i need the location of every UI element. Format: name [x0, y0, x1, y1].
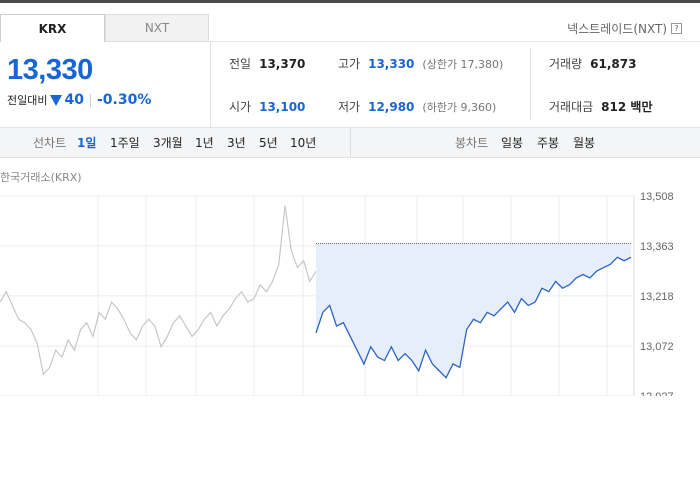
- stat-amount: 거래대금 812 백만: [549, 98, 652, 115]
- stat-high-value: 13,330: [368, 57, 415, 71]
- help-icon[interactable]: ?: [671, 23, 682, 34]
- period-1d[interactable]: 1일: [77, 128, 96, 157]
- stat-low: 저가 12,980 (하한가 9,360): [338, 98, 496, 115]
- y-tick-label: 13,072: [640, 341, 674, 353]
- change-value: 40: [64, 92, 84, 108]
- stat-amount-label: 거래대금: [549, 100, 594, 114]
- current-price: 13,330: [7, 54, 93, 86]
- change-label: 전일대비: [7, 94, 48, 107]
- nextrade-label: 넥스트레이드(NXT): [567, 22, 667, 36]
- period-bar: 선차트 1일 1주일 3개월 1년 3년 5년 10년 봉차트 일봉 주봉 월봉: [0, 127, 700, 158]
- price-change: 전일대비 40 -0.30%: [7, 92, 151, 108]
- stat-high: 고가 13,330 (상한가 17,380): [338, 55, 503, 72]
- candle-chart-label: 봉차트: [455, 136, 489, 150]
- y-axis: 13,508 13,363 13,218 13,072 12,927: [640, 191, 674, 396]
- period-1w[interactable]: 1주일: [110, 128, 140, 157]
- stat-volume-label: 거래량: [549, 57, 583, 71]
- y-tick-label: 13,508: [640, 191, 674, 203]
- stat-prev-close: 전일 13,370: [229, 55, 305, 72]
- stat-high-label: 고가: [338, 57, 361, 71]
- stat-amount-value: 812 백만: [601, 100, 653, 114]
- stats-divider-2: [530, 48, 531, 120]
- period-monthly[interactable]: 월봉: [573, 128, 595, 157]
- stats-divider-1: [210, 42, 211, 127]
- stat-prev-close-value: 13,370: [259, 57, 306, 71]
- stat-prev-close-label: 전일: [229, 57, 252, 71]
- stat-low-value: 12,980: [368, 100, 415, 114]
- stat-lower-limit: (하한가 9,360): [422, 101, 497, 114]
- tab-divider: [209, 41, 700, 42]
- y-tick-label: 13,363: [640, 241, 674, 253]
- tab-krx[interactable]: KRX: [0, 14, 105, 42]
- period-3m[interactable]: 3개월: [153, 128, 183, 157]
- market-tabs: KRX NXT: [0, 14, 210, 42]
- period-weekly[interactable]: 주봉: [537, 128, 559, 157]
- period-10y[interactable]: 10년: [290, 128, 316, 157]
- period-divider: [350, 128, 351, 157]
- y-tick-label: 13,218: [640, 291, 674, 303]
- period-3y[interactable]: 3년: [227, 128, 246, 157]
- period-1y[interactable]: 1년: [195, 128, 214, 157]
- stat-open-label: 시가: [229, 100, 252, 114]
- y-tick-label: 12,927: [640, 391, 674, 396]
- stat-low-label: 저가: [338, 100, 361, 114]
- line-chart-label: 선차트: [33, 136, 67, 150]
- stat-volume-value: 61,873: [590, 57, 637, 71]
- change-percent: -0.30%: [96, 92, 152, 108]
- exchange-label: 한국거래소(KRX): [0, 171, 82, 184]
- stat-upper-limit: (상한가 17,380): [422, 58, 504, 71]
- top-border: [0, 0, 700, 3]
- nextrade-link[interactable]: 넥스트레이드(NXT) ?: [567, 20, 682, 37]
- stat-volume: 거래량 61,873: [549, 55, 636, 72]
- change-divider: [89, 93, 91, 107]
- price-chart[interactable]: 13,508 13,363 13,218 13,072 12,927: [0, 186, 700, 396]
- down-arrow-icon: [50, 94, 63, 106]
- period-daily[interactable]: 일봉: [501, 128, 523, 157]
- tab-nxt[interactable]: NXT: [105, 14, 209, 42]
- stat-open: 시가 13,100: [229, 98, 305, 115]
- stat-open-value: 13,100: [259, 100, 306, 114]
- period-5y[interactable]: 5년: [259, 128, 278, 157]
